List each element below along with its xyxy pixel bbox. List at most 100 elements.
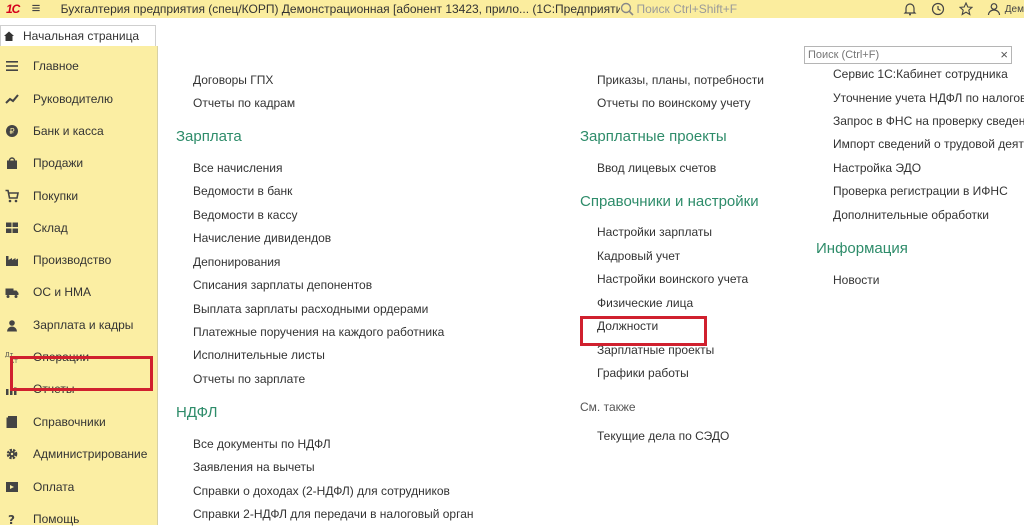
sidebar-item-production[interactable]: Производство: [0, 247, 158, 273]
section-content: × Договоры ГПХ Отчеты по кадрам Зарплата…: [158, 46, 1024, 525]
gear-icon: [5, 447, 19, 461]
link-writs[interactable]: Исполнительные листы: [193, 348, 325, 362]
link-salary-settings[interactable]: Настройки зарплаты: [597, 225, 712, 239]
window-title: Бухгалтерия предприятия (спец/КОРП) Демо…: [60, 2, 620, 16]
history-icon[interactable]: [931, 2, 945, 16]
bag-icon: [5, 156, 19, 170]
heading-directories-settings: Справочники и настройки: [580, 193, 759, 210]
sidebar-item-main[interactable]: Главное: [0, 53, 158, 79]
link-gph-contracts[interactable]: Договоры ГПХ: [193, 73, 273, 87]
link-salary-reports[interactable]: Отчеты по зарплате: [193, 372, 305, 386]
sections-sidebar: Главное Руководителю ₽ Банк и касса Прод…: [0, 46, 158, 526]
link-hr-reports[interactable]: Отчеты по кадрам: [193, 96, 295, 110]
link-deposits[interactable]: Депонирования: [193, 255, 280, 269]
link-dividends[interactable]: Начисление дивидендов: [193, 231, 331, 245]
link-ifns-check[interactable]: Проверка регистрации в ИФНС: [833, 184, 1008, 198]
heading-ndfl: НДФЛ: [176, 404, 218, 421]
link-edo-settings[interactable]: Настройка ЭДО: [833, 161, 921, 175]
heading-salary-projects: Зарплатные проекты: [580, 128, 727, 145]
book-icon: [5, 415, 19, 429]
highlight-frame-salary-hr: [10, 356, 153, 391]
global-search[interactable]: Поиск Ctrl+Shift+F: [620, 0, 853, 18]
tab-strip: Начальная страница: [0, 18, 1024, 65]
user-name[interactable]: Дем: [1005, 4, 1024, 15]
link-news[interactable]: Новости: [833, 273, 879, 287]
clear-icon[interactable]: ×: [1000, 47, 1008, 63]
app-logo: 1С: [5, 2, 20, 16]
link-sedo-tasks[interactable]: Текущие дела по СЭДО: [597, 429, 729, 443]
sidebar-item-fixed-assets[interactable]: ОС и НМА: [0, 279, 158, 305]
link-fns-request[interactable]: Запрос в ФНС на проверку сведений: [833, 114, 1024, 128]
link-deduction-applications[interactable]: Заявления на вычеты: [193, 460, 315, 474]
sidebar-item-label: Продажи: [33, 156, 84, 170]
sidebar-item-sales[interactable]: Продажи: [0, 150, 158, 176]
link-hr-accounting[interactable]: Кадровый учет: [597, 249, 680, 263]
payment-icon: [5, 480, 19, 494]
link-military-reports[interactable]: Отчеты по воинскому учету: [597, 96, 751, 110]
sidebar-item-label: Руководителю: [33, 92, 114, 106]
link-bank-statements[interactable]: Ведомости в банк: [193, 184, 292, 198]
see-also-label: См. также: [580, 400, 636, 414]
sidebar-item-manager[interactable]: Руководителю: [0, 86, 158, 112]
person-icon: [5, 318, 19, 332]
question-icon: ?: [5, 512, 19, 526]
sidebar-item-label: Производство: [33, 253, 112, 267]
link-personal-accounts[interactable]: Ввод лицевых счетов: [597, 161, 716, 175]
link-labor-import[interactable]: Импорт сведений о трудовой деятельности: [833, 137, 1024, 151]
highlight-frame-positions: [580, 316, 707, 346]
sidebar-item-salary-hr[interactable]: Зарплата и кадры: [0, 312, 158, 338]
section-search: ×: [804, 46, 1012, 64]
sidebar-item-label: Администрирование: [33, 447, 148, 461]
link-all-ndfl-docs[interactable]: Все документы по НДФЛ: [193, 437, 331, 451]
link-work-schedules[interactable]: Графики работы: [597, 366, 689, 380]
link-orders-plans[interactable]: Приказы, планы, потребности: [597, 73, 764, 87]
sidebar-item-label: Главное: [33, 59, 79, 73]
global-search-placeholder: Поиск Ctrl+Shift+F: [636, 2, 738, 16]
sidebar-item-bank[interactable]: ₽ Банк и касса: [0, 118, 158, 144]
sidebar-item-label: Склад: [33, 221, 68, 235]
sidebar-item-purchases[interactable]: Покупки: [0, 183, 158, 209]
link-ndfl-tax-office[interactable]: Справки 2-НДФЛ для передачи в налоговый …: [193, 507, 474, 521]
user-icon[interactable]: [987, 2, 1001, 16]
link-deposit-writeoffs[interactable]: Списания зарплаты депонентов: [193, 278, 372, 292]
link-individuals[interactable]: Физические лица: [597, 296, 693, 310]
heading-information: Информация: [816, 240, 908, 257]
truck-icon: [5, 285, 19, 299]
link-ndfl-clarification[interactable]: Уточнение учета НДФЛ по налоговым: [833, 91, 1024, 105]
link-all-accruals[interactable]: Все начисления: [193, 161, 283, 175]
sidebar-item-help[interactable]: ? Помощь: [0, 506, 158, 532]
svg-text:₽: ₽: [9, 127, 14, 136]
menu-lines-icon: [5, 59, 19, 73]
trend-icon: [5, 92, 19, 106]
tab-home-label: Начальная страница: [23, 29, 140, 43]
sidebar-item-payment[interactable]: Оплата: [0, 474, 158, 500]
sidebar-item-directories[interactable]: Справочники: [0, 409, 158, 435]
sidebar-item-label: Помощь: [33, 512, 80, 526]
home-icon: [4, 31, 14, 41]
link-income-certificates[interactable]: Справки о доходах (2-НДФЛ) для сотрудник…: [193, 484, 450, 498]
sidebar-item-label: Банк и касса: [33, 124, 104, 138]
svg-text:?: ?: [8, 513, 15, 526]
main-menu-icon[interactable]: ≡: [25, 0, 46, 18]
cart-icon: [5, 189, 19, 203]
warehouse-icon: [5, 221, 19, 235]
link-military-settings[interactable]: Настройки воинского учета: [597, 272, 748, 286]
favorites-star-icon[interactable]: [958, 2, 973, 16]
link-cash-statements[interactable]: Ведомости в кассу: [193, 208, 297, 222]
heading-salary: Зарплата: [176, 128, 242, 145]
link-cash-order-payments[interactable]: Выплата зарплаты расходными ордерами: [193, 302, 428, 316]
tab-home[interactable]: Начальная страница: [0, 25, 156, 46]
sidebar-item-warehouse[interactable]: Склад: [0, 215, 158, 241]
sidebar-item-administration[interactable]: Администрирование: [0, 441, 158, 467]
link-extra-processing[interactable]: Дополнительные обработки: [833, 208, 989, 222]
title-bar: 1С ≡ Бухгалтерия предприятия (спец/КОРП)…: [0, 0, 1024, 18]
sidebar-item-label: Зарплата и кадры: [33, 318, 134, 332]
sidebar-item-label: Покупки: [33, 189, 79, 203]
coin-icon: ₽: [5, 124, 19, 138]
link-employee-payment-orders[interactable]: Платежные поручения на каждого работника: [193, 325, 444, 339]
factory-icon: [5, 253, 19, 267]
link-employee-cabinet[interactable]: Сервис 1С:Кабинет сотрудника: [833, 67, 1008, 81]
sidebar-item-label: Справочники: [33, 415, 106, 429]
section-search-input[interactable]: [805, 47, 991, 63]
bell-icon[interactable]: [903, 2, 917, 16]
